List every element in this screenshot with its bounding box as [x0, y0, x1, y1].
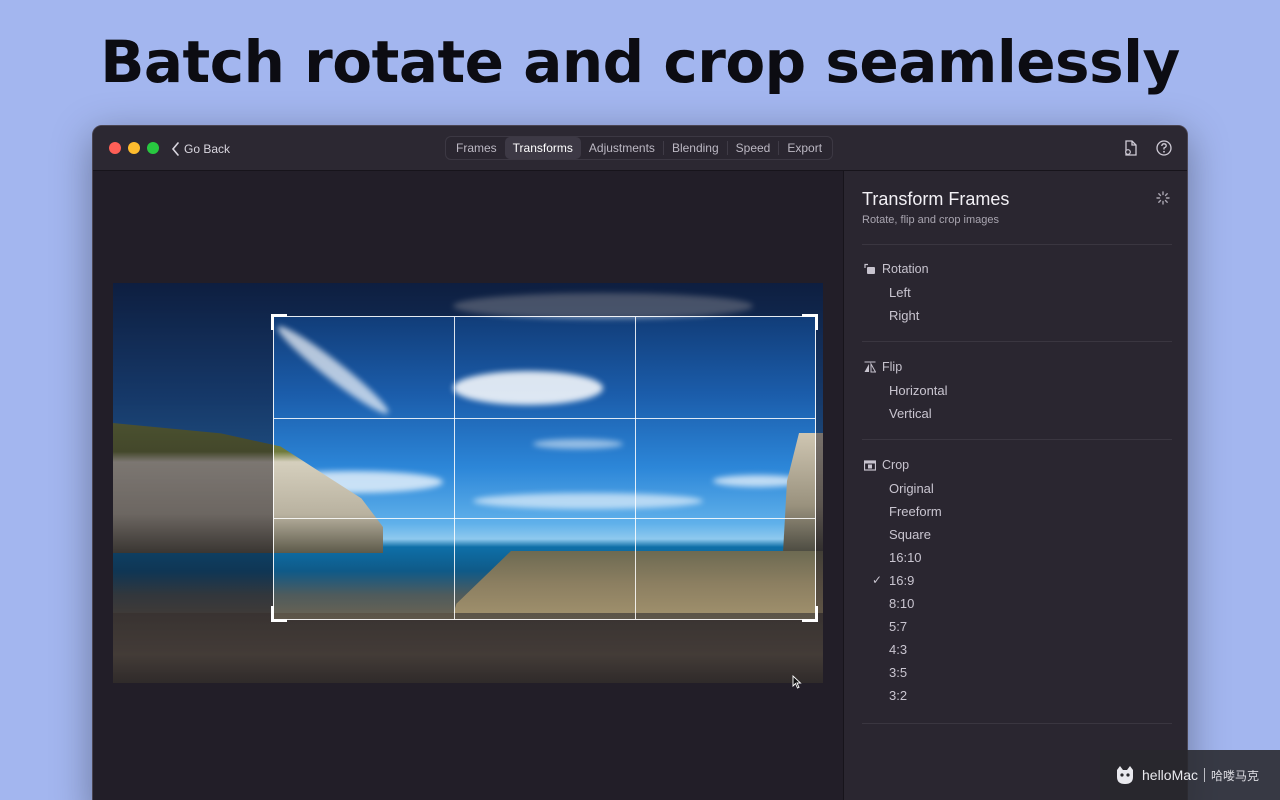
watermark-brand: helloMac [1142, 767, 1199, 783]
rotate-icon [864, 263, 875, 274]
image-canvas [93, 171, 843, 800]
tab-transforms[interactable]: Transforms [504, 137, 581, 159]
crop-option-8-10[interactable]: 8:10 [889, 596, 914, 611]
crop-option-freeform[interactable]: Freeform [889, 504, 942, 519]
crop-option-3-5[interactable]: 3:5 [889, 665, 907, 680]
crop-handle-bottom-right[interactable] [802, 606, 818, 622]
help-icon[interactable] [1155, 139, 1173, 157]
go-back-label: Go Back [184, 142, 231, 156]
crop-handle-top-left[interactable] [271, 314, 287, 330]
cursor-icon [792, 675, 802, 689]
flip-option-horizontal[interactable]: Horizontal [889, 383, 948, 398]
chevron-left-icon [171, 142, 179, 156]
crop-option-square[interactable]: Square [889, 527, 931, 542]
crop-option-16-9[interactable]: 16:9 [889, 573, 914, 588]
spinner-icon [1156, 191, 1170, 205]
app-window: Go Back Frames Transforms Adjustments Bl… [92, 125, 1188, 800]
watermark: helloMac 哈喽马克 [1100, 750, 1280, 800]
divider [862, 341, 1172, 342]
crop-option-16-10[interactable]: 16:10 [889, 550, 922, 565]
crop-option-3-2[interactable]: 3:2 [889, 688, 907, 703]
flip-heading-label: Flip [882, 360, 903, 374]
cat-logo-icon [1117, 766, 1133, 784]
divider [862, 439, 1172, 440]
crop-option-5-7[interactable]: 5:7 [889, 619, 907, 634]
tab-blending[interactable]: Blending [664, 137, 727, 159]
tab-speed[interactable]: Speed [728, 137, 779, 159]
rotation-option-right[interactable]: Right [889, 308, 919, 323]
crop-section-heading: Crop [864, 458, 909, 472]
flip-section-heading: Flip [864, 360, 902, 374]
checkmark-icon: ✓ [872, 573, 883, 587]
transform-sidebar: Transform Frames Rotate, flip and crop i… [843, 171, 1187, 800]
watermark-separator [1204, 768, 1206, 782]
crop-selection[interactable] [271, 314, 818, 622]
tab-adjustments[interactable]: Adjustments [581, 137, 663, 159]
sidebar-title: Transform Frames [862, 189, 1010, 209]
crop-option-original[interactable]: Original [889, 481, 934, 496]
headline: Batch rotate and crop seamlessly [100, 28, 1180, 96]
go-back-button[interactable]: Go Back [171, 140, 230, 158]
rotation-option-left[interactable]: Left [889, 285, 911, 300]
tab-export[interactable]: Export [779, 137, 830, 159]
flip-option-vertical[interactable]: Vertical [889, 406, 932, 421]
crop-heading-label: Crop [882, 458, 910, 472]
close-window-button[interactable] [109, 142, 121, 154]
sidebar-subtitle: Rotate, flip and crop images [862, 214, 999, 226]
export-file-icon[interactable] [1122, 139, 1140, 157]
crop-handle-top-right[interactable] [802, 314, 818, 330]
minimize-window-button[interactable] [128, 142, 140, 154]
crop-option-4-3[interactable]: 4:3 [889, 642, 907, 657]
flip-icon [864, 361, 876, 373]
tab-bar: Frames Transforms Adjustments Blending S… [445, 136, 834, 160]
titlebar: Go Back Frames Transforms Adjustments Bl… [93, 126, 1187, 171]
watermark-cn: 哈喽马克 [1211, 768, 1260, 783]
crop-handle-bottom-left[interactable] [271, 606, 287, 622]
divider [862, 723, 1172, 724]
rotation-heading-label: Rotation [882, 262, 929, 276]
divider [862, 244, 1172, 245]
rotation-section-heading: Rotation [864, 262, 929, 276]
tab-frames[interactable]: Frames [448, 137, 505, 159]
photo-preview [113, 283, 823, 683]
crop-icon [864, 460, 876, 471]
maximize-window-button[interactable] [147, 142, 159, 154]
